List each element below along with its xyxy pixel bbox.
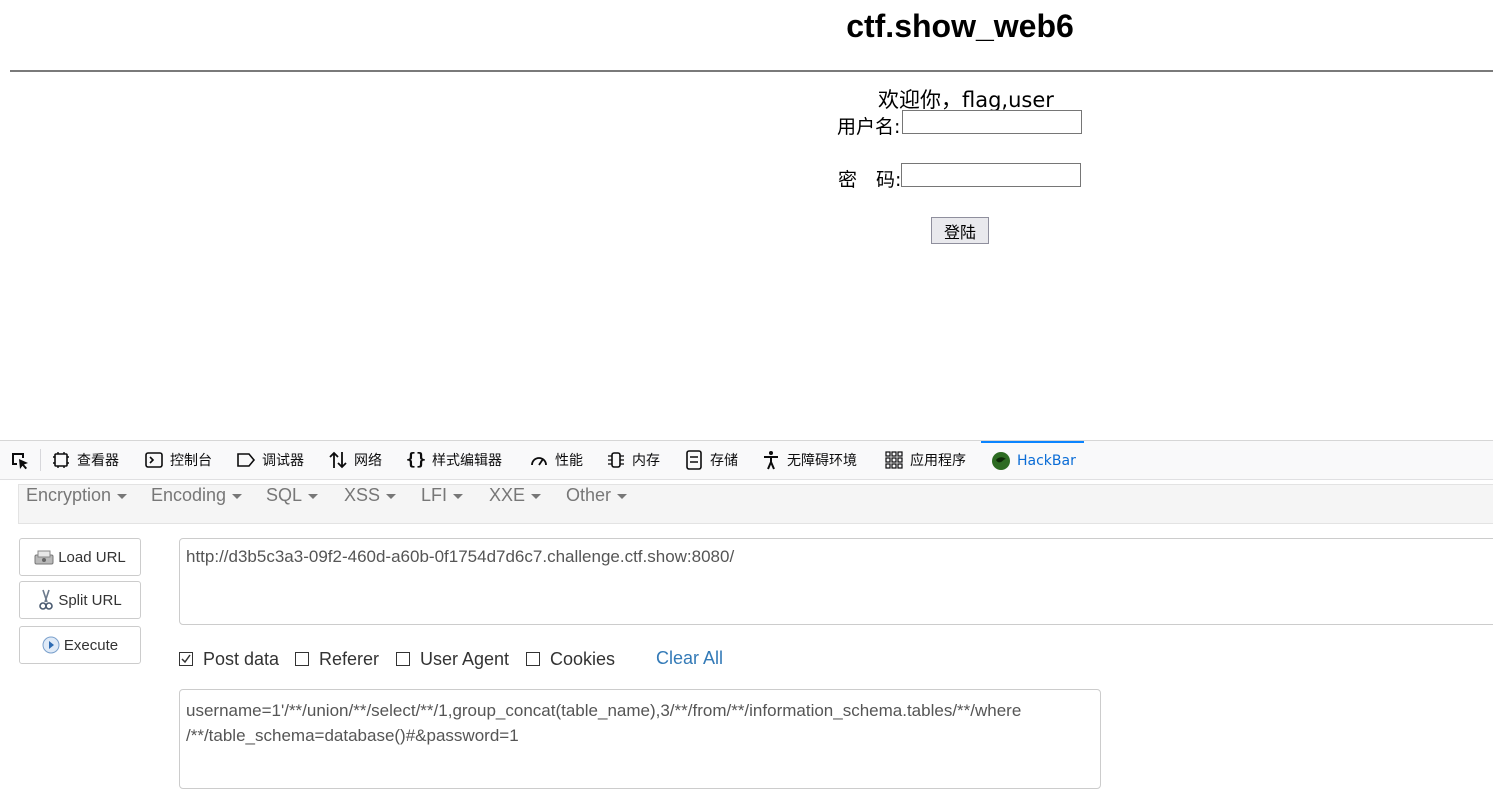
menu-other[interactable]: Other [566,485,628,523]
debugger-icon [236,450,256,470]
tab-label: 网络 [354,453,382,469]
tab-label: 存储 [710,453,738,469]
tab-accessibility[interactable]: 无障碍环境 [761,441,857,479]
menu-xxe[interactable]: XXE [489,485,542,523]
tab-memory[interactable]: 内存 [606,441,660,479]
tab-network[interactable]: 网络 [328,441,382,479]
caret-down-icon [453,493,464,499]
split-url-button[interactable]: Split URL [19,581,141,619]
checkbox-icon [526,652,540,666]
menu-lfi[interactable]: LFI [421,485,464,523]
tab-storage[interactable]: 存储 [684,441,738,479]
post-data-input[interactable]: username=1'/**/union/**/select/**/1,grou… [179,689,1101,789]
hackbar-icon [991,451,1011,471]
load-url-button[interactable]: Load URL [19,538,141,576]
network-icon [328,450,348,470]
scissors-icon [38,589,54,611]
username-input[interactable] [902,110,1082,134]
user-agent-checkbox[interactable]: User Agent [396,648,509,670]
tab-debugger[interactable]: 调试器 [236,441,304,479]
post-data-checkbox[interactable]: Post data [179,648,279,670]
tab-label: 内存 [632,453,660,469]
cookies-checkbox[interactable]: Cookies [526,648,615,670]
load-url-icon [34,549,54,565]
element-picker-icon[interactable] [10,451,30,471]
username-label: 用户名: [837,116,901,138]
menu-xss[interactable]: XSS [344,485,397,523]
menu-encryption[interactable]: Encryption [26,485,128,523]
storage-icon [684,450,704,470]
execute-button[interactable]: Execute [19,626,141,664]
accessibility-icon [761,450,781,470]
tab-label: 查看器 [77,453,119,469]
tab-label: 性能 [555,453,583,469]
tab-label: 样式编辑器 [432,453,502,469]
play-icon [42,636,60,654]
caret-down-icon [617,493,628,499]
menu-encoding[interactable]: Encoding [151,485,243,523]
toolbar-divider [40,449,41,471]
tab-label: 无障碍环境 [787,453,857,469]
login-button[interactable]: 登陆 [931,217,989,244]
tab-console[interactable]: 控制台 [144,441,212,479]
console-icon [144,450,164,470]
page-title: ctf.show_web6 [846,8,1074,44]
tab-hackbar[interactable]: HackBar [981,441,1084,479]
tab-label: HackBar [1017,453,1076,469]
caret-down-icon [308,493,319,499]
caret-down-icon [531,493,542,499]
tab-style-editor[interactable]: {} 样式编辑器 [406,441,502,479]
caret-down-icon [232,493,243,499]
style-editor-icon: {} [405,450,427,470]
checkbox-icon [396,652,410,666]
tab-performance[interactable]: 性能 [529,441,583,479]
password-input[interactable] [901,163,1081,187]
tab-inspector[interactable]: 查看器 [51,441,119,479]
clear-all-link[interactable]: Clear All [656,648,723,669]
memory-icon [606,450,626,470]
tab-label: 应用程序 [910,453,966,469]
checkbox-checked-icon [179,652,193,666]
tab-label: 调试器 [262,453,304,469]
devtools-toolbar: 查看器 控制台 调试器 网络 {} 样式编辑器 性能 内存 存储 无障碍环境 应… [0,441,1493,480]
tab-application[interactable]: 应用程序 [884,441,966,479]
caret-down-icon [386,493,397,499]
tab-label: 控制台 [170,453,212,469]
hackbar-menu: Encryption Encoding SQL XSS LFI XXE Othe… [18,484,1493,524]
inspector-icon [51,450,71,470]
url-input[interactable]: http://d3b5c3a3-09f2-460d-a60b-0f1754d7d… [179,538,1493,625]
menu-sql[interactable]: SQL [266,485,319,523]
checkbox-icon [295,652,309,666]
performance-icon [529,450,549,470]
caret-down-icon [117,493,128,499]
referer-checkbox[interactable]: Referer [295,648,379,670]
application-icon [884,450,904,470]
devtools-panel: 查看器 控制台 调试器 网络 {} 样式编辑器 性能 内存 存储 无障碍环境 应… [0,440,1493,789]
web-page: ctf.show_web6 欢迎你，flag,user 用户名: 密 码: 登陆 [0,0,1493,440]
horizontal-rule [10,70,1493,72]
password-label: 密 码: [838,169,902,191]
